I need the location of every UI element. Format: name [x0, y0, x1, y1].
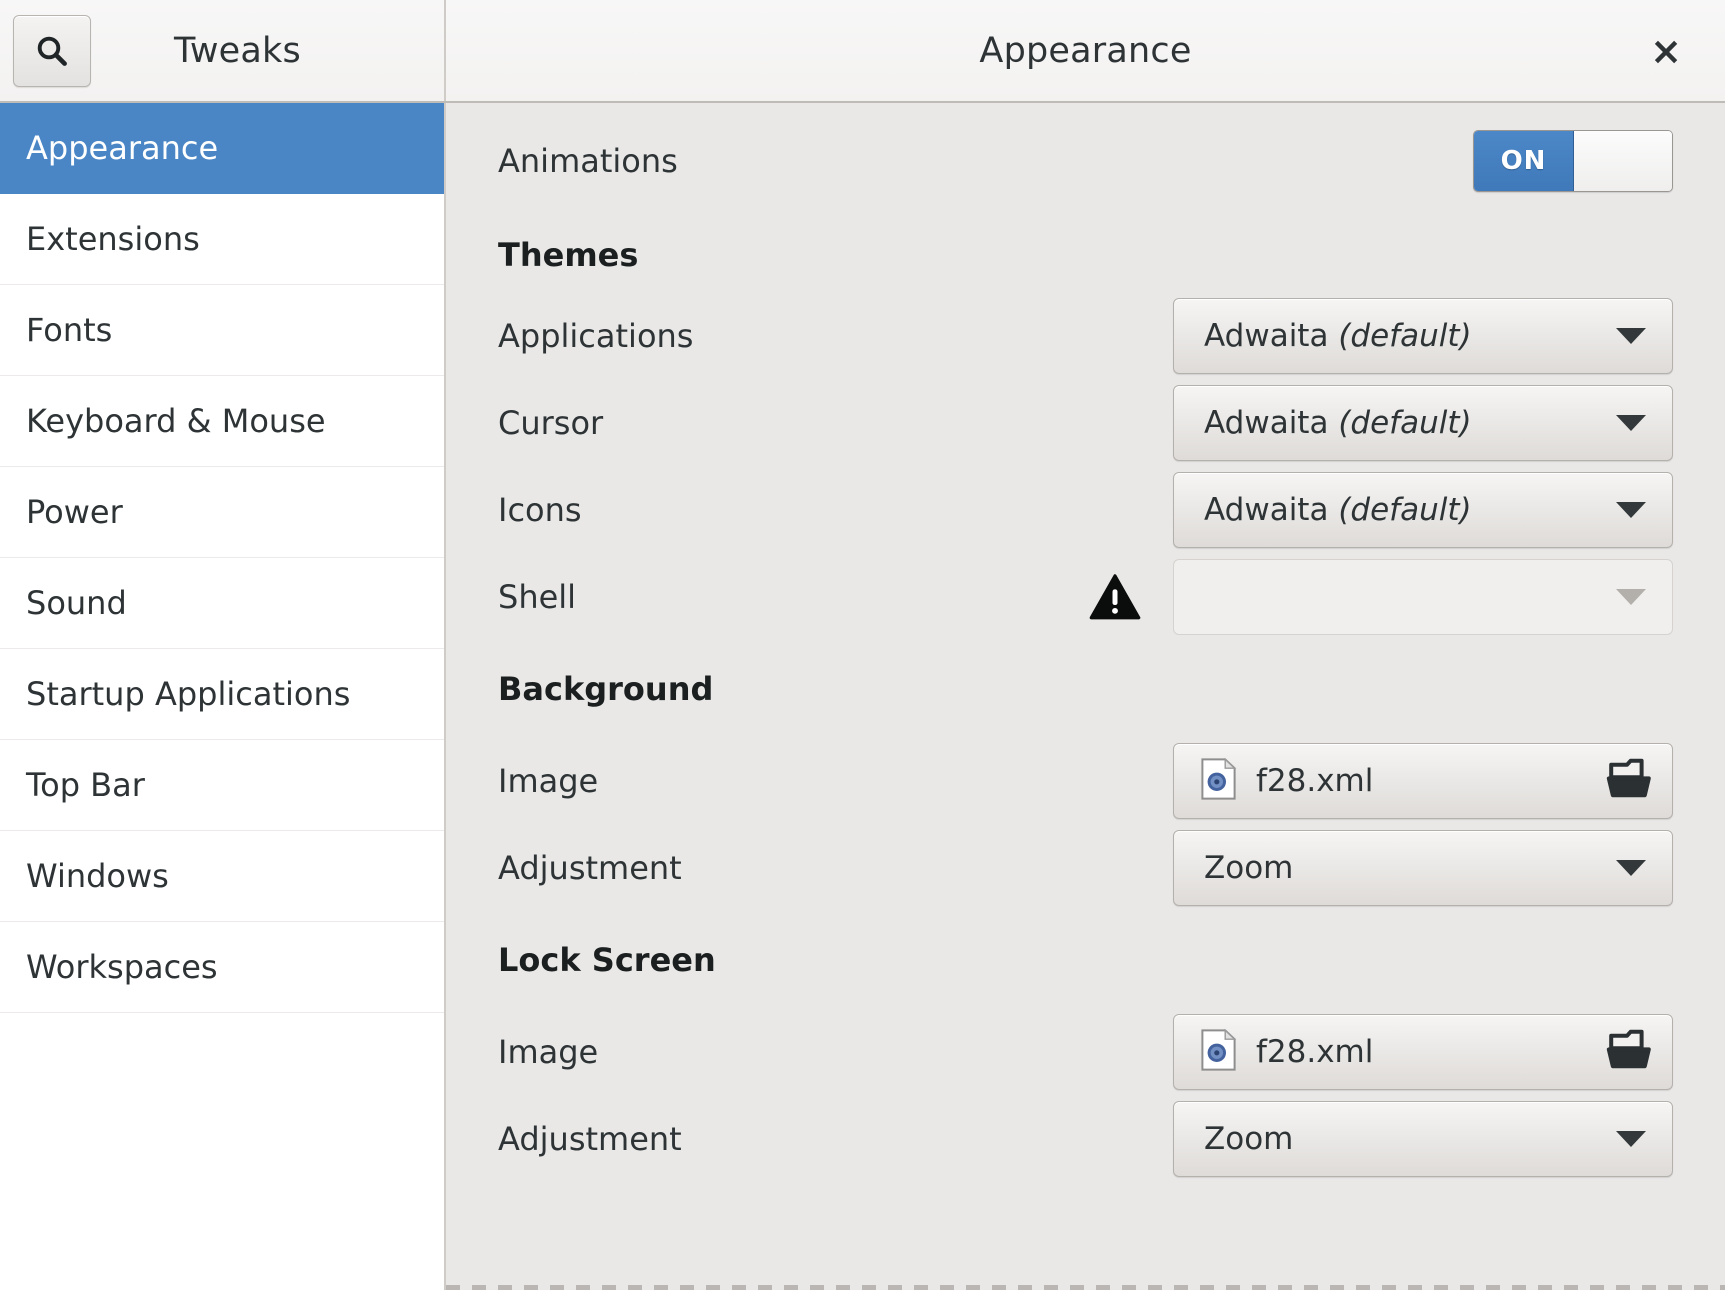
- section-themes: Themes: [446, 218, 1725, 292]
- lock-screen-image-file-name: f28.xml: [1256, 1033, 1374, 1070]
- xml-file-icon: [1200, 1028, 1238, 1076]
- header-bar: Tweaks Appearance ×: [0, 0, 1725, 103]
- icons-label: Icons: [498, 490, 582, 529]
- animations-label: Animations: [498, 141, 678, 180]
- background-image-label: Image: [498, 761, 599, 800]
- row-lock-screen-image: Image f28.xml: [446, 1008, 1725, 1095]
- sidebar-item-extensions[interactable]: Extensions: [0, 194, 444, 285]
- sidebar-item-power[interactable]: Power: [0, 467, 444, 558]
- sidebar-item-label: Sound: [26, 584, 127, 622]
- sidebar-item-label: Workspaces: [26, 948, 218, 986]
- window-bottom-edge: [446, 1285, 1725, 1290]
- animations-toggle-state: ON: [1474, 130, 1574, 191]
- search-button[interactable]: [13, 14, 91, 87]
- sidebar-item-workspaces[interactable]: Workspaces: [0, 922, 444, 1013]
- background-adjustment-label: Adjustment: [498, 848, 682, 887]
- sidebar-item-appearance[interactable]: Appearance: [0, 103, 444, 194]
- sidebar-item-label: Startup Applications: [26, 675, 351, 713]
- window-body: Appearance Extensions Fonts Keyboard & M…: [0, 103, 1725, 1290]
- background-heading: Background: [498, 669, 714, 708]
- lock-screen-adjustment-value: Zoom: [1204, 1120, 1294, 1157]
- background-adjustment-value: Zoom: [1204, 849, 1294, 886]
- folder-open-icon[interactable]: [1606, 1029, 1652, 1075]
- cursor-theme-value: Adwaita (default): [1204, 404, 1472, 441]
- lock-screen-image-label: Image: [498, 1032, 599, 1071]
- lock-screen-adjustment-combo[interactable]: Zoom: [1173, 1100, 1673, 1177]
- animations-toggle[interactable]: ON: [1473, 129, 1673, 192]
- animations-toggle-knob: [1574, 130, 1672, 191]
- sidebar-item-label: Power: [26, 493, 123, 531]
- row-cursor-theme: Cursor Adwaita (default): [446, 379, 1725, 466]
- close-button[interactable]: ×: [1640, 25, 1692, 77]
- lock-screen-adjustment-label: Adjustment: [498, 1119, 682, 1158]
- sidebar-item-fonts[interactable]: Fonts: [0, 285, 444, 376]
- applications-theme-value: Adwaita (default): [1204, 317, 1472, 354]
- row-background-adjustment: Adjustment Zoom: [446, 824, 1725, 911]
- folder-open-icon[interactable]: [1606, 758, 1652, 804]
- cursor-label: Cursor: [498, 403, 604, 442]
- row-icons-theme: Icons Adwaita (default): [446, 466, 1725, 553]
- warning-triangle-icon: [1089, 573, 1141, 621]
- background-image-file-name: f28.xml: [1256, 762, 1374, 799]
- page-title: Appearance: [979, 30, 1192, 71]
- appearance-settings-panel: Animations ON Themes Applications Adwait…: [446, 103, 1725, 1290]
- applications-label: Applications: [498, 316, 694, 355]
- row-background-image: Image f28.xml: [446, 737, 1725, 824]
- sidebar-item-top-bar[interactable]: Top Bar: [0, 740, 444, 831]
- header-right-pane: Appearance ×: [446, 0, 1725, 101]
- sidebar-item-label: Appearance: [26, 129, 219, 167]
- chevron-down-icon: [1616, 327, 1646, 344]
- icons-theme-value: Adwaita (default): [1204, 491, 1472, 528]
- row-applications-theme: Applications Adwaita (default): [446, 292, 1725, 379]
- sidebar: Appearance Extensions Fonts Keyboard & M…: [0, 103, 446, 1290]
- icons-theme-combo[interactable]: Adwaita (default): [1173, 471, 1673, 548]
- chevron-down-icon: [1616, 588, 1646, 605]
- chevron-down-icon: [1616, 414, 1646, 431]
- cursor-theme-combo[interactable]: Adwaita (default): [1173, 384, 1673, 461]
- sidebar-item-label: Top Bar: [26, 766, 145, 804]
- chevron-down-icon: [1616, 1130, 1646, 1147]
- sidebar-item-sound[interactable]: Sound: [0, 558, 444, 649]
- sidebar-item-label: Keyboard & Mouse: [26, 402, 326, 440]
- header-left-pane: Tweaks: [0, 0, 446, 101]
- background-image-file-button[interactable]: f28.xml: [1173, 742, 1673, 819]
- sidebar-item-label: Extensions: [26, 220, 200, 258]
- tweaks-window: Tweaks Appearance × Appearance Extension…: [0, 0, 1725, 1290]
- themes-heading: Themes: [498, 236, 639, 274]
- search-icon: [34, 33, 70, 69]
- section-background: Background: [446, 640, 1725, 737]
- shell-theme-combo: [1173, 558, 1673, 635]
- row-shell-theme: Shell: [446, 553, 1725, 640]
- sidebar-item-label: Windows: [26, 857, 169, 895]
- xml-file-icon: [1200, 757, 1238, 805]
- background-adjustment-combo[interactable]: Zoom: [1173, 829, 1673, 906]
- lock-screen-heading: Lock Screen: [498, 940, 716, 979]
- shell-label: Shell: [498, 577, 577, 616]
- sidebar-item-label: Fonts: [26, 311, 113, 349]
- row-animations: Animations ON: [446, 103, 1725, 218]
- section-lock-screen: Lock Screen: [446, 911, 1725, 1008]
- applications-theme-combo[interactable]: Adwaita (default): [1173, 297, 1673, 374]
- sidebar-item-startup-applications[interactable]: Startup Applications: [0, 649, 444, 740]
- row-lock-screen-adjustment: Adjustment Zoom: [446, 1095, 1725, 1182]
- lock-screen-image-file-button[interactable]: f28.xml: [1173, 1013, 1673, 1090]
- chevron-down-icon: [1616, 859, 1646, 876]
- chevron-down-icon: [1616, 501, 1646, 518]
- sidebar-item-windows[interactable]: Windows: [0, 831, 444, 922]
- app-title: Tweaks: [174, 30, 301, 71]
- sidebar-item-keyboard-and-mouse[interactable]: Keyboard & Mouse: [0, 376, 444, 467]
